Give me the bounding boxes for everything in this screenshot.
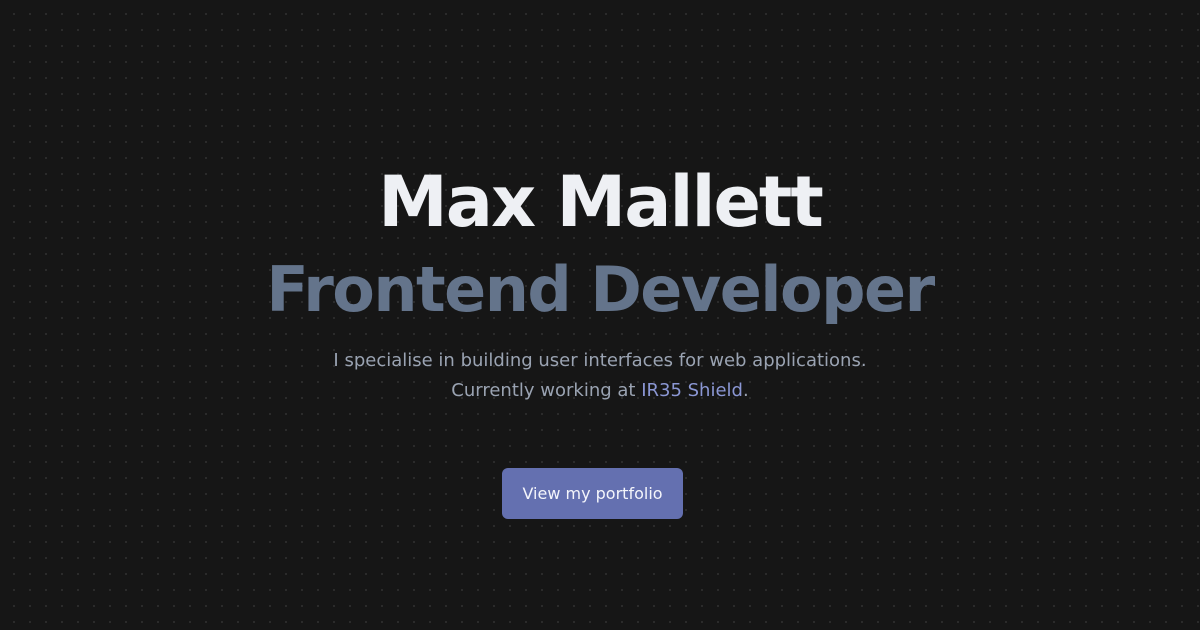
hero-role: Frontend Developer — [266, 253, 935, 326]
tagline-prefix: Currently working at — [451, 380, 642, 401]
hero-name: Max Mallett — [378, 161, 824, 243]
tagline-line-2: Currently working at IR35 Shield. — [0, 376, 1200, 406]
tagline-line-1: I specialise in building user interfaces… — [333, 350, 867, 371]
hero-section: Max Mallett Frontend Developer I special… — [0, 0, 1200, 630]
company-link[interactable]: IR35 Shield — [641, 380, 743, 401]
tagline-suffix: . — [742, 380, 749, 401]
view-portfolio-button[interactable]: View my portfolio — [502, 468, 683, 519]
hero-tagline: I specialise in building user interfaces… — [0, 346, 1200, 406]
